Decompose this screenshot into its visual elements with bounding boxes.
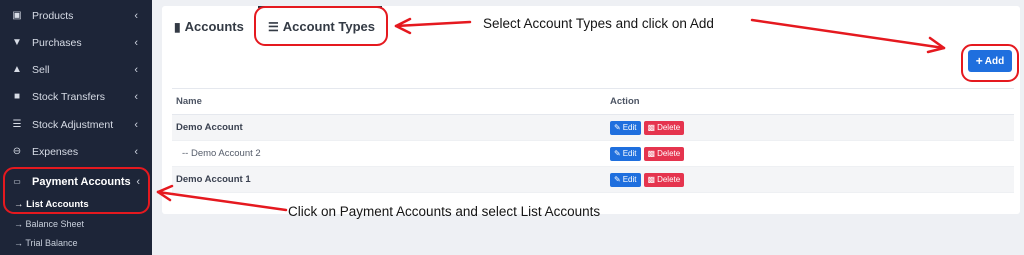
chevron-left-icon: ‹ — [134, 118, 138, 131]
database-icon: ☰ — [12, 119, 22, 130]
delete-button[interactable]: ▩ Delete — [643, 172, 685, 187]
sidebar-item-products[interactable]: ▣ Products ‹ — [0, 2, 152, 29]
action-cell: ✎ Edit ▩ Delete — [602, 114, 1014, 141]
account-name: Demo Account 1 — [172, 166, 602, 193]
account-types-table: Name Action Demo Account ✎ Edit ▩ Delete --… — [172, 88, 1014, 193]
column-header-action: Action — [602, 88, 1014, 115]
highlight-account-types-tab — [254, 6, 388, 46]
table-row: Demo Account 1 ✎ Edit ▩ Delete — [172, 166, 1014, 193]
delete-button[interactable]: ▩ Delete — [643, 146, 685, 161]
edit-icon: ✎ — [614, 149, 621, 158]
account-name: Demo Account — [172, 114, 602, 141]
edit-icon: ✎ — [614, 175, 621, 184]
chevron-left-icon: ‹ — [134, 145, 138, 158]
chevron-left-icon: ‹ — [134, 9, 138, 22]
account-name: -- Demo Account 2 — [172, 140, 602, 167]
chevron-left-icon: ‹ — [134, 90, 138, 103]
arrow-circle-up-icon: ▲ — [12, 64, 22, 75]
action-cell: ✎ Edit ▩ Delete — [602, 140, 1014, 167]
sidebar-item-expenses[interactable]: ⊖ Expenses ‹ — [0, 138, 152, 165]
trash-icon: ▩ — [647, 149, 656, 158]
highlight-add-button — [961, 44, 1019, 82]
edit-button[interactable]: ✎ Edit — [610, 146, 641, 161]
sidebar-item-sell[interactable]: ▲ Sell ‹ — [0, 56, 152, 83]
table-row: -- Demo Account 2 ✎ Edit ▩ Delete — [172, 140, 1014, 167]
sidebar-subitem-balance-sheet[interactable]: → Balance Sheet — [14, 219, 84, 229]
book-icon: ▮ — [174, 19, 181, 34]
column-header-name: Name — [172, 88, 602, 115]
chevron-left-icon: ‹ — [134, 63, 138, 76]
chevron-left-icon: ‹ — [134, 36, 138, 49]
trash-icon: ▩ — [647, 175, 656, 184]
sidebar-item-stock-adjustment[interactable]: ☰ Stock Adjustment ‹ — [0, 111, 152, 138]
edit-button[interactable]: ✎ Edit — [610, 120, 641, 135]
sidebar-item-stock-transfers[interactable]: ■ Stock Transfers ‹ — [0, 83, 152, 110]
arrow-circle-down-icon: ▼ — [12, 37, 22, 48]
highlight-payment-accounts — [3, 167, 150, 214]
edit-icon: ✎ — [614, 123, 621, 132]
delete-button[interactable]: ▩ Delete — [643, 120, 685, 135]
trash-icon: ▩ — [647, 123, 656, 132]
annotation-bottom: Click on Payment Accounts and select Lis… — [288, 204, 601, 219]
sidebar: ▣ Products ‹ ▼ Purchases ‹ ▲ Sell ‹ ■ St… — [0, 0, 152, 255]
edit-button[interactable]: ✎ Edit — [610, 172, 641, 187]
minus-circle-icon: ⊖ — [12, 146, 22, 157]
annotation-top: Select Account Types and click on Add — [483, 16, 714, 31]
action-cell: ✎ Edit ▩ Delete — [602, 166, 1014, 193]
table-row: Demo Account ✎ Edit ▩ Delete — [172, 114, 1014, 141]
table-header-row: Name Action — [172, 88, 1014, 115]
tab-accounts[interactable]: ▮ Accounts — [174, 19, 244, 34]
truck-icon: ■ — [13, 91, 21, 102]
cubes-icon: ▣ — [12, 10, 22, 21]
sidebar-subitem-trial-balance[interactable]: → Trial Balance — [14, 238, 78, 248]
sidebar-item-purchases[interactable]: ▼ Purchases ‹ — [0, 29, 152, 56]
